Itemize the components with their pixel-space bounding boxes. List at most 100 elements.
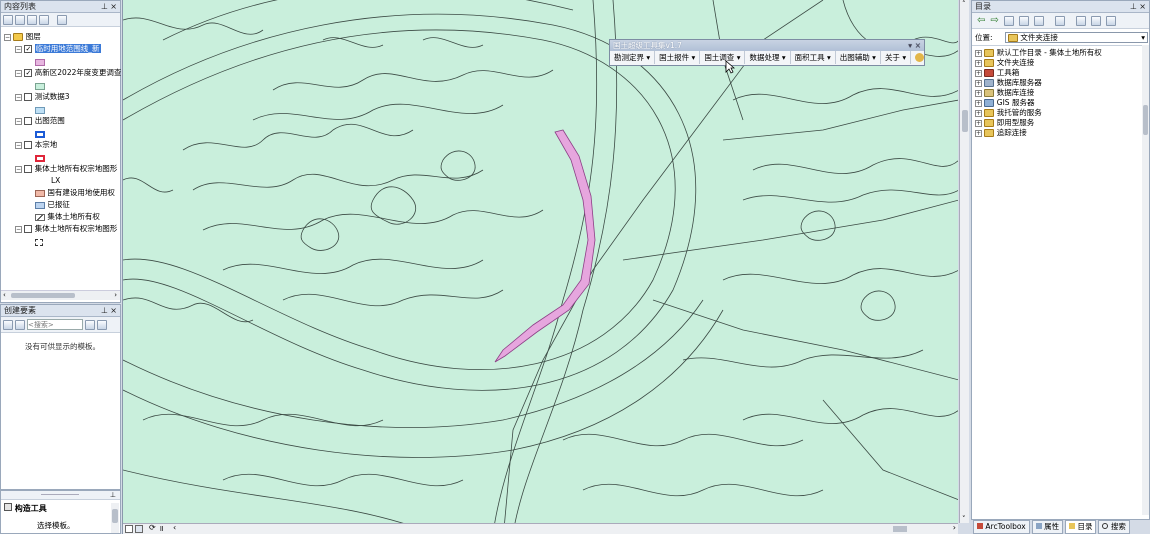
class-row[interactable]: 集体土地所有权: [35, 211, 100, 223]
layer-checkbox[interactable]: ✓: [24, 45, 33, 53]
options-icon[interactable]: [57, 14, 67, 25]
collapse-icon[interactable]: −: [15, 165, 22, 173]
tab-arctoolbox[interactable]: ArcToolbox: [973, 520, 1030, 534]
catalog-options-icon[interactable]: [1090, 15, 1101, 26]
scroll-left-icon[interactable]: ‹: [3, 291, 6, 299]
toolset-titlebar[interactable]: 国土超级工具集v1.7 ▾ ×: [610, 40, 924, 51]
layout-view-icon[interactable]: [125, 525, 133, 533]
super-toolset-window[interactable]: 国土超级工具集v1.7 ▾ × 勘测定界 ▾ 国土报件 ▾ 国土调查 ▾ 数据处理 ▾…: [609, 39, 925, 66]
new-folder-icon[interactable]: [1075, 15, 1086, 26]
class-row[interactable]: 已报征: [35, 199, 70, 211]
layer-symbol[interactable]: [35, 236, 43, 248]
up-folder-icon[interactable]: [1003, 15, 1014, 26]
expand-icon[interactable]: +: [975, 89, 982, 97]
class-row[interactable]: 国有建设用地使用权: [35, 187, 115, 199]
location-select[interactable]: 文件夹连接 ▾: [1005, 32, 1148, 43]
template-search-input[interactable]: [27, 319, 83, 330]
scroll-right-icon[interactable]: ›: [114, 291, 117, 299]
horizontal-scrollbar[interactable]: ‹ ›: [1, 290, 120, 300]
tab-catalog[interactable]: 目录: [1065, 520, 1097, 534]
layer-name[interactable]: 集体土地所有权宗地图形: [35, 164, 118, 173]
pin-icon[interactable]: ⊥: [101, 1, 108, 13]
back-icon[interactable]: ⇦: [977, 15, 985, 26]
layer-name[interactable]: 本宗地: [35, 140, 58, 149]
close-icon[interactable]: ×: [110, 305, 117, 317]
layer-row[interactable]: − 本宗地: [15, 139, 57, 151]
layer-row[interactable]: − ✓ 临时用地范围线_新: [15, 43, 101, 55]
forward-icon[interactable]: ⇨: [990, 15, 998, 26]
layer-checkbox[interactable]: [24, 117, 33, 125]
symbol-swatch[interactable]: [35, 58, 45, 66]
home-icon[interactable]: [1018, 15, 1029, 26]
toggle-contents-icon[interactable]: [1054, 15, 1065, 26]
layer-row[interactable]: − 测试数据3: [15, 91, 70, 103]
menu-map-output[interactable]: 出图辅助 ▾: [836, 51, 881, 64]
pin-icon[interactable]: ⊥: [110, 491, 116, 499]
filter-icon[interactable]: [15, 319, 25, 330]
list-by-visibility-icon[interactable]: [27, 14, 37, 25]
list-by-selection-icon[interactable]: [39, 14, 49, 25]
symbol-swatch[interactable]: [35, 106, 45, 114]
scroll-left-icon[interactable]: ‹: [173, 523, 176, 532]
connect-folder-icon[interactable]: [1033, 15, 1044, 26]
catalog-item[interactable]: + 追踪连接: [975, 127, 1027, 139]
data-view-icon[interactable]: [135, 525, 143, 533]
expand-icon[interactable]: +: [975, 119, 982, 127]
menu-about[interactable]: 关于 ▾: [881, 51, 912, 64]
layer-name[interactable]: 测试数据3: [35, 92, 70, 101]
collapse-icon[interactable]: −: [15, 93, 22, 101]
collapse-icon[interactable]: −: [4, 33, 11, 41]
symbol-swatch[interactable]: [35, 130, 45, 138]
close-icon[interactable]: ×: [1139, 1, 1146, 13]
layer-checkbox[interactable]: ✓: [24, 69, 33, 77]
close-icon[interactable]: ×: [915, 40, 921, 51]
layer-row[interactable]: − 出图范围: [15, 115, 65, 127]
menu-land-survey[interactable]: 国土调查 ▾: [700, 51, 746, 64]
collapse-icon[interactable]: −: [15, 117, 22, 125]
scroll-thumb[interactable]: [112, 509, 118, 523]
pin-icon[interactable]: ⊥: [101, 305, 108, 317]
scroll-thumb[interactable]: [11, 293, 75, 298]
temp-land-boundary[interactable]: [494, 129, 596, 363]
menu-land-report[interactable]: 国土报件 ▾: [655, 51, 701, 64]
pin-icon[interactable]: ⊥: [1130, 1, 1137, 13]
layer-checkbox[interactable]: [24, 225, 33, 233]
layer-checkbox[interactable]: [24, 93, 33, 101]
vertical-scrollbar[interactable]: [111, 503, 119, 533]
symbol-swatch[interactable]: [35, 213, 45, 221]
close-icon[interactable]: ×: [110, 1, 117, 13]
search-icon[interactable]: [85, 319, 95, 330]
map-canvas[interactable]: [123, 0, 958, 534]
symbol-swatch[interactable]: [35, 189, 45, 197]
sync-icon[interactable]: [1105, 15, 1116, 26]
scroll-thumb[interactable]: [962, 110, 968, 132]
layer-name[interactable]: 出图范围: [35, 116, 65, 125]
pause-icon[interactable]: ॥: [159, 523, 164, 534]
symbol-swatch[interactable]: [35, 238, 43, 246]
scroll-thumb[interactable]: [893, 526, 907, 532]
catalog-scrollbar[interactable]: [1142, 45, 1149, 515]
scroll-thumb[interactable]: [1143, 105, 1148, 135]
layer-row[interactable]: − ✓ 高新区2022年度变更调查: [15, 67, 121, 79]
symbol-swatch[interactable]: [35, 154, 45, 162]
layer-name[interactable]: 临时用地范围线_新: [34, 44, 101, 53]
toolbar-extra-icon[interactable]: [915, 53, 925, 62]
collapse-icon[interactable]: −: [15, 141, 22, 149]
scroll-down-icon[interactable]: ˅: [962, 515, 966, 523]
menu-data-processing[interactable]: 数据处理 ▾: [745, 51, 791, 64]
organize-templates-icon[interactable]: [3, 319, 13, 330]
menu-survey-boundary[interactable]: 勘测定界 ▾: [610, 51, 656, 64]
layer-row[interactable]: − 集体土地所有权宗地图形: [15, 163, 117, 175]
collapse-icon[interactable]: −: [15, 225, 22, 233]
layer-name[interactable]: 集体土地所有权宗地图形: [35, 224, 118, 233]
symbol-swatch[interactable]: [35, 201, 45, 209]
menu-area-tools[interactable]: 面积工具 ▾: [791, 51, 836, 64]
symbol-swatch[interactable]: [35, 82, 45, 90]
list-by-source-icon[interactable]: [15, 14, 25, 25]
chevron-down-icon[interactable]: ▾: [1141, 33, 1145, 43]
list-by-drawing-order-icon[interactable]: [3, 14, 13, 25]
root-layer-group[interactable]: − 图层: [4, 31, 41, 43]
tab-search[interactable]: 搜索: [1098, 520, 1130, 534]
expand-icon[interactable]: +: [975, 69, 982, 77]
collapse-icon[interactable]: −: [15, 45, 22, 53]
